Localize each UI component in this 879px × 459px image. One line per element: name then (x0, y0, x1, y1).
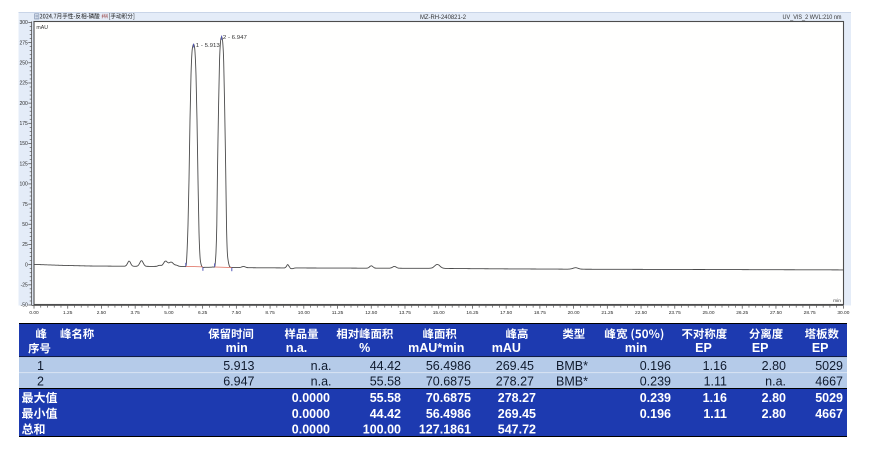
svg-text:-25: -25 (21, 283, 28, 289)
svg-text:278.27: 278.27 (498, 391, 536, 405)
svg-text:70.6875: 70.6875 (426, 391, 471, 405)
svg-text:18.75: 18.75 (534, 310, 546, 316)
svg-text:6.947: 6.947 (223, 375, 254, 389)
svg-text:100: 100 (19, 182, 28, 188)
svg-text:127.1861: 127.1861 (419, 423, 471, 437)
svg-text:175: 175 (19, 121, 28, 127)
svg-text:0.239: 0.239 (640, 391, 671, 405)
svg-text:150: 150 (19, 141, 28, 147)
svg-text:23.75: 23.75 (669, 310, 681, 316)
svg-text:BMB*: BMB* (556, 375, 588, 389)
svg-text:mAU: mAU (492, 341, 521, 355)
svg-text:2: 2 (37, 375, 44, 389)
svg-text:30.00: 30.00 (837, 310, 849, 316)
svg-text:200: 200 (19, 101, 28, 107)
svg-text:7.50: 7.50 (232, 310, 242, 316)
svg-text:0.00: 0.00 (29, 310, 39, 316)
svg-text:1.11: 1.11 (703, 407, 727, 421)
svg-text:2 - 6.947: 2 - 6.947 (223, 35, 247, 41)
svg-text:55.58: 55.58 (370, 375, 401, 389)
svg-text:min: min (833, 298, 841, 304)
svg-text:275: 275 (19, 40, 28, 46)
svg-text:1.11: 1.11 (704, 375, 727, 389)
svg-text:17.50: 17.50 (500, 310, 512, 316)
svg-text:8.75: 8.75 (265, 310, 275, 316)
svg-text:6.25: 6.25 (198, 310, 208, 316)
svg-text:100.00: 100.00 (363, 423, 401, 437)
svg-text:0.196: 0.196 (640, 407, 671, 421)
svg-text:0.0000: 0.0000 (292, 423, 330, 437)
svg-text:269.45: 269.45 (498, 407, 536, 421)
svg-text:1: 1 (37, 359, 44, 373)
svg-text:n.a.: n.a. (765, 375, 786, 389)
svg-text:5029: 5029 (815, 391, 843, 405)
svg-text:1.25: 1.25 (63, 310, 73, 316)
svg-text:2.80: 2.80 (762, 359, 786, 373)
svg-text:44.42: 44.42 (370, 407, 401, 421)
svg-text:13.75: 13.75 (399, 310, 411, 316)
svg-text:16.25: 16.25 (466, 310, 478, 316)
svg-text:0.0000: 0.0000 (292, 391, 330, 405)
svg-text:70.6875: 70.6875 (426, 375, 471, 389)
svg-text:225: 225 (19, 81, 28, 87)
svg-text:50: 50 (22, 222, 28, 228)
svg-text:BMB*: BMB* (556, 359, 588, 373)
svg-text:1.16: 1.16 (703, 359, 727, 373)
svg-text:mAU: mAU (36, 25, 48, 31)
svg-text:15.00: 15.00 (433, 310, 445, 316)
svg-text:MZ-RH-240821-2: MZ-RH-240821-2 (420, 15, 467, 21)
svg-text:4667: 4667 (815, 375, 843, 389)
svg-text:2.80: 2.80 (762, 391, 786, 405)
svg-text:547.72: 547.72 (498, 423, 536, 437)
svg-text:12.50: 12.50 (365, 310, 377, 316)
svg-text:UV_VIS_2 WVL:210 nm: UV_VIS_2 WVL:210 nm (783, 15, 842, 21)
svg-text:4667: 4667 (815, 407, 843, 421)
svg-text:28.75: 28.75 (804, 310, 816, 316)
svg-text:5029: 5029 (815, 359, 843, 373)
svg-text:EP: EP (695, 341, 712, 355)
svg-text:mAU*min: mAU*min (408, 341, 464, 355)
svg-text:1 - 5.913: 1 - 5.913 (196, 43, 220, 49)
svg-text:min: min (625, 341, 647, 355)
svg-text:21.25: 21.25 (601, 310, 613, 316)
svg-text:0.196: 0.196 (640, 359, 671, 373)
svg-text:56.4986: 56.4986 (426, 407, 471, 421)
svg-text:n.a.: n.a. (311, 359, 332, 373)
svg-text:%: % (359, 341, 370, 355)
svg-text:20.00: 20.00 (568, 310, 580, 316)
svg-text:250: 250 (19, 60, 28, 66)
svg-text:1.16: 1.16 (703, 391, 727, 405)
svg-text:125: 125 (19, 161, 28, 167)
svg-text:5.913: 5.913 (223, 359, 254, 373)
svg-text:min: min (226, 341, 248, 355)
svg-text:0.239: 0.239 (640, 375, 671, 389)
svg-text:2.80: 2.80 (762, 407, 786, 421)
svg-text:-50: -50 (21, 303, 28, 309)
svg-text:EP: EP (752, 341, 769, 355)
svg-text:0: 0 (25, 262, 28, 268)
svg-text:10.00: 10.00 (298, 310, 310, 316)
svg-text:5.00: 5.00 (164, 310, 174, 316)
svg-text:22.50: 22.50 (635, 310, 647, 316)
svg-text:25.00: 25.00 (702, 310, 714, 316)
svg-text:0.0000: 0.0000 (292, 407, 330, 421)
svg-text:26.25: 26.25 (736, 310, 748, 316)
svg-text:55.58: 55.58 (370, 391, 401, 405)
svg-text:269.45: 269.45 (496, 359, 534, 373)
svg-text:n.a.: n.a. (311, 375, 332, 389)
svg-text:n.a.: n.a. (286, 341, 308, 355)
svg-text:3.75: 3.75 (131, 310, 141, 316)
svg-text:75: 75 (22, 202, 28, 208)
svg-text:300: 300 (19, 20, 28, 26)
svg-text:56.4986: 56.4986 (426, 359, 471, 373)
svg-text:11.25: 11.25 (332, 310, 344, 316)
svg-text:EP: EP (812, 341, 829, 355)
svg-text:2.50: 2.50 (97, 310, 107, 316)
svg-text:27.50: 27.50 (770, 310, 782, 316)
svg-text:278.27: 278.27 (496, 375, 534, 389)
svg-text:44.42: 44.42 (370, 359, 401, 373)
svg-text:25: 25 (22, 242, 28, 248)
